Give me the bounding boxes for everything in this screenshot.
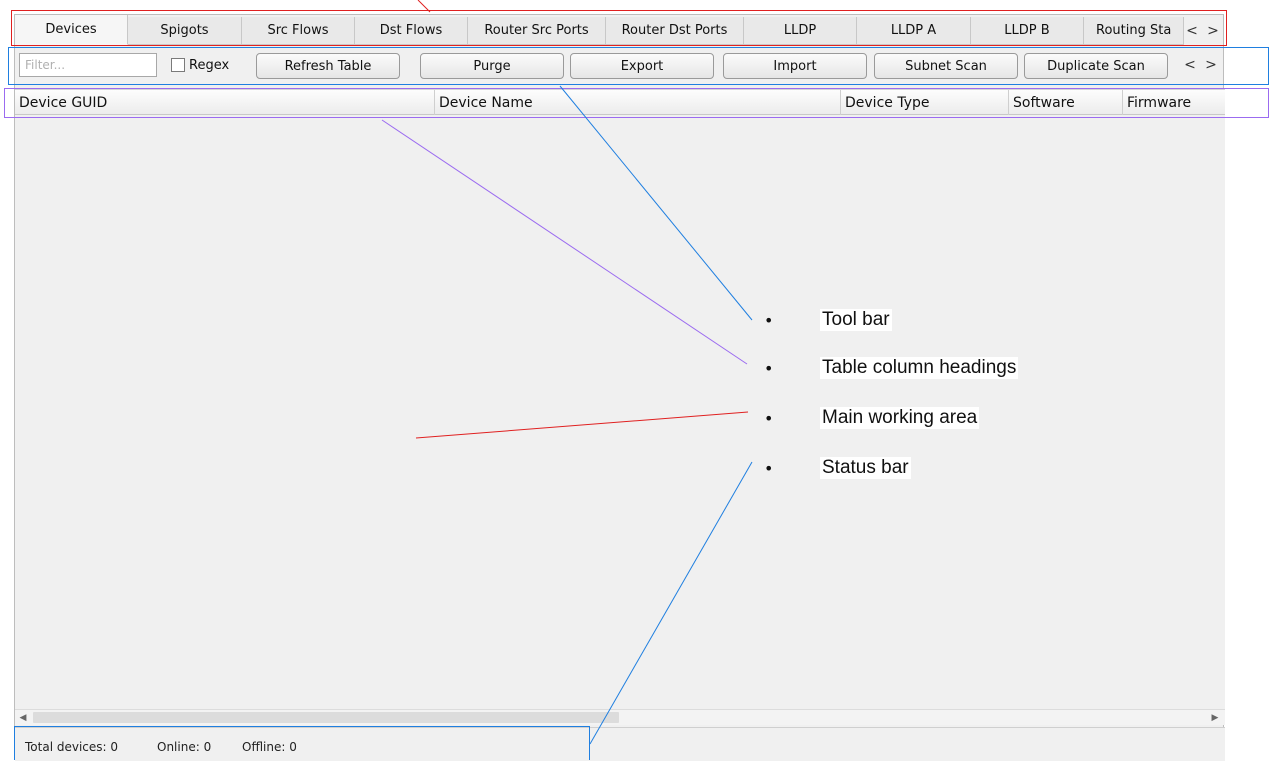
column-header-label: Firmware [1127, 94, 1192, 111]
regex-checkbox[interactable] [171, 58, 185, 72]
chevron-right-icon: > [1207, 23, 1219, 39]
status-bar: Total devices: 0 Online: 0 Offline: 0 [15, 727, 1225, 761]
tab-routing-status[interactable]: Routing Sta [1084, 17, 1184, 45]
column-header-label: Device Name [439, 94, 533, 111]
tab-label: Spigots [160, 23, 209, 38]
tab-dst-flows[interactable]: Dst Flows [355, 17, 468, 45]
tab-label: LLDP [783, 23, 817, 38]
import-button[interactable]: Import [723, 53, 867, 79]
column-header-label: Device GUID [19, 94, 108, 111]
tab-label: Router Dst Ports [621, 23, 728, 38]
tab-devices[interactable]: Devices [15, 15, 128, 45]
tab-src-flows[interactable]: Src Flows [242, 17, 355, 45]
legend-label: Main working area [820, 407, 980, 429]
legend-item-tool-bar: • Tool bar [760, 304, 892, 336]
toolbar: Regex Refresh Table Purge Export Import … [15, 49, 1225, 81]
filter-input[interactable] [19, 53, 157, 77]
bullet-icon: • [764, 310, 774, 330]
tab-label: LLDP B [1004, 23, 1050, 38]
column-header-device-name[interactable]: Device Name [435, 90, 841, 115]
chevron-left-icon: < [1186, 23, 1198, 39]
chevron-right-icon: > [1205, 57, 1217, 73]
status-offline: Offline: 0 [242, 740, 297, 754]
legend-item-main-working-area: • Main working area [760, 402, 980, 434]
legend-label: Status bar [820, 457, 911, 479]
column-header-label: Software [1013, 94, 1075, 111]
tab-scroll-left-button[interactable]: < [1183, 19, 1201, 43]
toolbar-scroll-left-button[interactable]: < [1181, 53, 1199, 77]
scroll-left-arrow-icon[interactable]: ◀ [15, 710, 31, 725]
status-online: Online: 0 [157, 740, 212, 754]
table-header: Device GUID Device Name Device Type Soft… [15, 89, 1225, 115]
bullet-icon: • [764, 358, 774, 378]
regex-checkbox-group[interactable]: Regex [171, 54, 229, 76]
chevron-left-icon: < [1184, 57, 1196, 73]
tab-label: LLDP A [890, 23, 937, 38]
legend-item-table-column-headings: • Table column headings [760, 352, 1019, 384]
export-button[interactable]: Export [570, 53, 714, 79]
tab-scroll-right-button[interactable]: > [1204, 19, 1222, 43]
tab-lldp-a[interactable]: LLDP A [857, 17, 971, 45]
horizontal-scrollbar[interactable]: ◀ ▶ [15, 709, 1225, 725]
status-total-devices: Total devices: 0 [25, 740, 118, 754]
bullet-icon: • [764, 408, 774, 428]
tab-router-dst-ports[interactable]: Router Dst Ports [606, 17, 744, 45]
column-header-device-type[interactable]: Device Type [841, 90, 1009, 115]
column-header-firmware[interactable]: Firmware [1123, 90, 1225, 115]
column-header-device-guid[interactable]: Device GUID [15, 90, 435, 115]
column-header-software[interactable]: Software [1009, 90, 1123, 115]
bullet-icon: • [764, 458, 774, 478]
legend-label: Table column headings [820, 357, 1019, 379]
tab-router-src-ports[interactable]: Router Src Ports [468, 17, 606, 45]
duplicate-scan-button[interactable]: Duplicate Scan [1024, 53, 1168, 79]
tab-label: Router Src Ports [484, 23, 589, 38]
legend-item-status-bar: • Status bar [760, 452, 911, 484]
application-window: Devices Spigots Src Flows Dst Flows Rout… [14, 14, 1225, 761]
legend-label: Tool bar [820, 309, 892, 331]
toolbar-scroll-right-button[interactable]: > [1202, 53, 1220, 77]
main-working-area[interactable] [15, 115, 1225, 709]
tabs-pointer-line [417, 0, 431, 13]
purge-button[interactable]: Purge [420, 53, 564, 79]
tab-label: Devices [45, 22, 97, 37]
tab-lldp[interactable]: LLDP [744, 17, 857, 45]
column-header-label: Device Type [845, 94, 930, 111]
scrollbar-thumb[interactable] [33, 712, 619, 723]
refresh-table-button[interactable]: Refresh Table [256, 53, 400, 79]
tab-bar: Devices Spigots Src Flows Dst Flows Rout… [15, 15, 1225, 45]
tab-label: Routing Sta [1096, 23, 1172, 38]
tab-lldp-b[interactable]: LLDP B [971, 17, 1084, 45]
tab-spigots[interactable]: Spigots [128, 17, 242, 45]
regex-label: Regex [189, 57, 230, 73]
tab-label: Src Flows [267, 23, 329, 38]
tab-label: Dst Flows [379, 23, 443, 38]
subnet-scan-button[interactable]: Subnet Scan [874, 53, 1018, 79]
scroll-right-arrow-icon[interactable]: ▶ [1207, 710, 1223, 725]
